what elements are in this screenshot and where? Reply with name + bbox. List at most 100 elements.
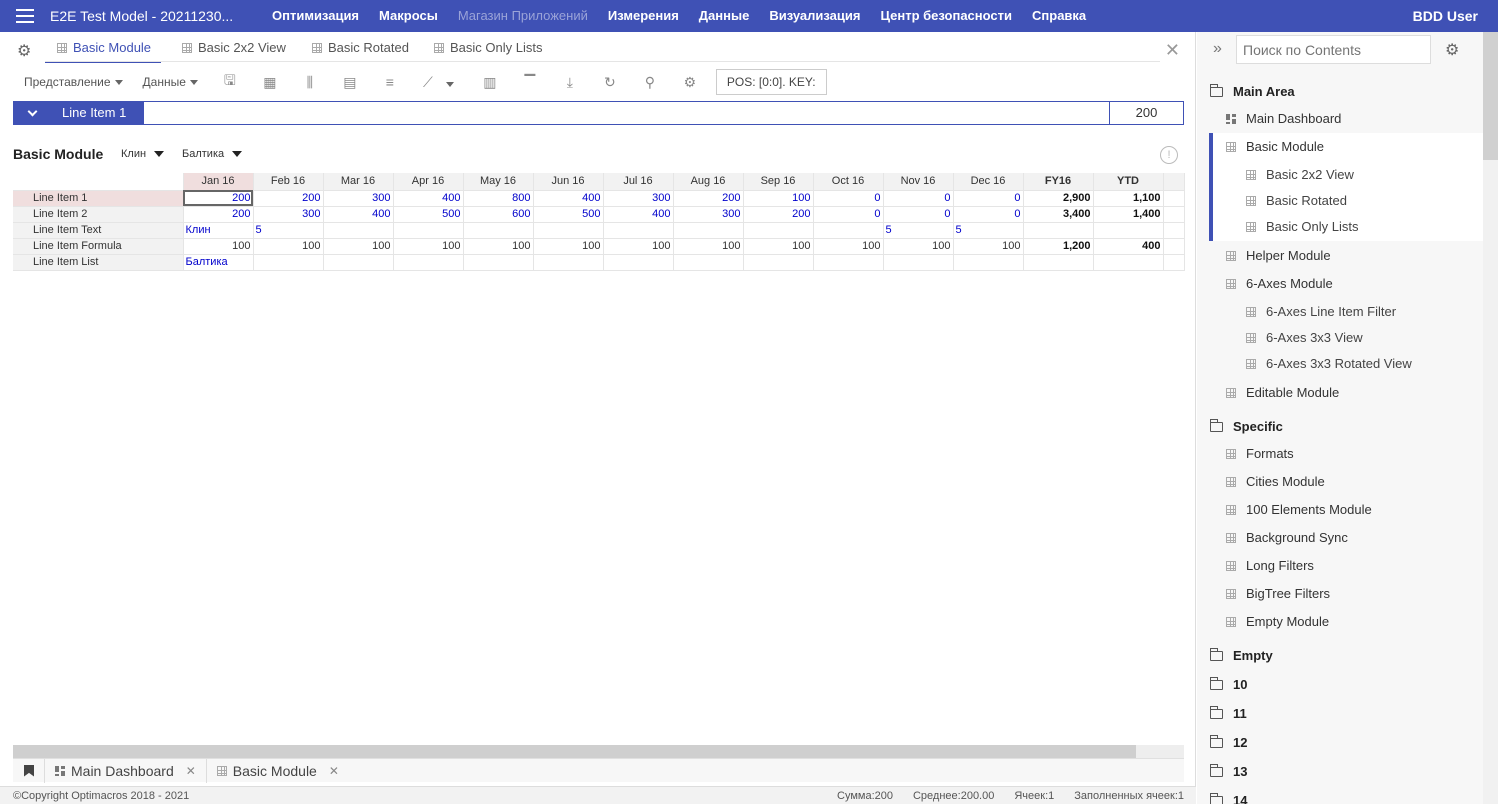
grid-cell[interactable]: 100: [743, 238, 814, 255]
grid-cell[interactable]: [603, 254, 674, 271]
menu-item-1[interactable]: Макросы: [369, 0, 448, 32]
grid-cell[interactable]: 0: [953, 190, 1024, 207]
position-key-field[interactable]: POS: [0:0]. KEY:: [715, 69, 827, 95]
tree-item[interactable]: 6-Axes 3x3 View: [1246, 330, 1363, 345]
menu-item-6[interactable]: Центр безопасности: [870, 0, 1022, 32]
column-header[interactable]: YTD: [1093, 173, 1164, 191]
tree-item[interactable]: BigTree Filters: [1226, 586, 1330, 601]
grid-cell[interactable]: [1023, 254, 1094, 271]
tree-item[interactable]: Main Dashboard: [1226, 111, 1341, 126]
chart-line-icon[interactable]: ⟋: [410, 74, 446, 91]
row-header[interactable]: Line Item 1: [13, 190, 184, 207]
save-icon[interactable]: 🖫: [210, 70, 250, 94]
grid-cell[interactable]: Клин: [183, 222, 254, 239]
user-menu[interactable]: BDD User: [1413, 8, 1498, 24]
menu-item-4[interactable]: Данные: [689, 0, 760, 32]
grid-cell[interactable]: 100: [883, 238, 954, 255]
row-header[interactable]: Line Item List: [13, 254, 184, 271]
grid-cell[interactable]: 0: [813, 190, 884, 207]
grid-cell[interactable]: 300: [253, 206, 324, 223]
column-header[interactable]: May 16: [463, 173, 534, 191]
grid-cell[interactable]: 5: [953, 222, 1024, 239]
search-icon[interactable]: ⚲: [630, 74, 670, 91]
grid-cell[interactable]: 300: [673, 206, 744, 223]
grid-cell[interactable]: [393, 222, 464, 239]
grid-cell[interactable]: 400: [603, 206, 674, 223]
grid-cell[interactable]: 400: [533, 190, 604, 207]
grid-cell[interactable]: 400: [323, 206, 394, 223]
collapse-sidebar-icon[interactable]: »: [1213, 40, 1222, 58]
view-dropdown[interactable]: Представление: [24, 75, 123, 89]
grid-cell[interactable]: 500: [393, 206, 464, 223]
grid-cell[interactable]: 100: [323, 238, 394, 255]
menu-item-7[interactable]: Справка: [1022, 0, 1096, 32]
tree-item[interactable]: Helper Module: [1226, 248, 1331, 263]
grid-cell[interactable]: [673, 222, 744, 239]
grid-cell[interactable]: 100: [813, 238, 884, 255]
tree-group[interactable]: 10: [1209, 676, 1247, 692]
column-header[interactable]: Apr 16: [393, 173, 464, 191]
refresh-icon[interactable]: ↻: [590, 74, 630, 91]
column-header[interactable]: FY16: [1023, 173, 1094, 191]
grid-cell[interactable]: [323, 222, 394, 239]
chevron-down-icon[interactable]: [14, 102, 50, 124]
row-height-icon[interactable]: ▤: [330, 74, 370, 91]
tree-item[interactable]: Cities Module: [1226, 474, 1325, 489]
grid-cell[interactable]: 0: [953, 206, 1024, 223]
grid-cell[interactable]: [393, 254, 464, 271]
grid-cell[interactable]: [813, 222, 884, 239]
data-dropdown[interactable]: Данные: [143, 75, 198, 89]
menu-item-0[interactable]: Оптимизация: [262, 0, 369, 32]
grid-cell[interactable]: Балтика: [183, 254, 254, 271]
sort-icon[interactable]: ≡: [370, 74, 410, 90]
grid-cell[interactable]: [813, 254, 884, 271]
tree-group[interactable]: 12: [1209, 734, 1247, 750]
grid-cell[interactable]: 0: [813, 206, 884, 223]
sidebar-scrollbar[interactable]: [1483, 32, 1498, 804]
menu-item-2[interactable]: Магазин Приложений: [448, 0, 598, 32]
grid-cell[interactable]: 3,400: [1023, 206, 1094, 223]
format-paint-icon[interactable]: ▔: [510, 74, 550, 91]
grid-cell[interactable]: 0: [883, 190, 954, 207]
grid-cell[interactable]: 200: [253, 190, 324, 207]
grid-cell[interactable]: 500: [533, 206, 604, 223]
tree-item[interactable]: Basic 2x2 View: [1246, 167, 1354, 182]
row-header[interactable]: Line Item Formula: [13, 238, 184, 255]
grid-cell[interactable]: [533, 254, 604, 271]
grid-cell[interactable]: 100: [743, 190, 814, 207]
tree-item[interactable]: Editable Module: [1226, 385, 1339, 400]
column-header[interactable]: Feb 16: [253, 173, 324, 191]
hamburger-menu-icon[interactable]: [0, 0, 50, 32]
tab-basic-only-lists[interactable]: Basic Only Lists: [434, 40, 542, 61]
tree-item[interactable]: Basic Only Lists: [1246, 219, 1358, 234]
gear-icon[interactable]: ⚙: [670, 74, 710, 91]
filter-city[interactable]: Клин: [121, 148, 165, 160]
row-header[interactable]: Line Item Text: [13, 222, 184, 239]
tree-item[interactable]: 6-Axes Line Item Filter: [1246, 304, 1396, 319]
tab-basic-rotated[interactable]: Basic Rotated: [312, 40, 409, 61]
grid-cell[interactable]: [1093, 254, 1164, 271]
tree-item[interactable]: Formats: [1226, 446, 1294, 461]
grid-cell[interactable]: 100: [603, 238, 674, 255]
horizontal-scrollbar[interactable]: [13, 745, 1184, 758]
menu-item-3[interactable]: Измерения: [598, 0, 689, 32]
bar-chart-icon[interactable]: ▥: [470, 74, 510, 91]
tree-group[interactable]: 14: [1209, 792, 1247, 804]
line-item-value[interactable]: 200: [1109, 102, 1183, 124]
grid-cell[interactable]: [323, 254, 394, 271]
grid-cell[interactable]: [1093, 222, 1164, 239]
column-header[interactable]: Mar 16: [323, 173, 394, 191]
column-header[interactable]: Jan 16: [183, 173, 254, 191]
menu-item-5[interactable]: Визуализация: [759, 0, 870, 32]
tree-group[interactable]: Specific: [1209, 418, 1283, 434]
grid-cell[interactable]: 1,200: [1023, 238, 1094, 255]
close-icon[interactable]: ✕: [1165, 40, 1180, 61]
column-header[interactable]: Sep 16: [743, 173, 814, 191]
info-icon[interactable]: !: [1160, 146, 1178, 164]
grid-cell[interactable]: 1,400: [1093, 206, 1164, 223]
tree-item[interactable]: Basic Rotated: [1246, 193, 1347, 208]
scrollbar-thumb[interactable]: [1483, 32, 1498, 160]
row-header[interactable]: Line Item 2: [13, 206, 184, 223]
column-header[interactable]: Aug 16: [673, 173, 744, 191]
grid-cell[interactable]: [463, 222, 534, 239]
